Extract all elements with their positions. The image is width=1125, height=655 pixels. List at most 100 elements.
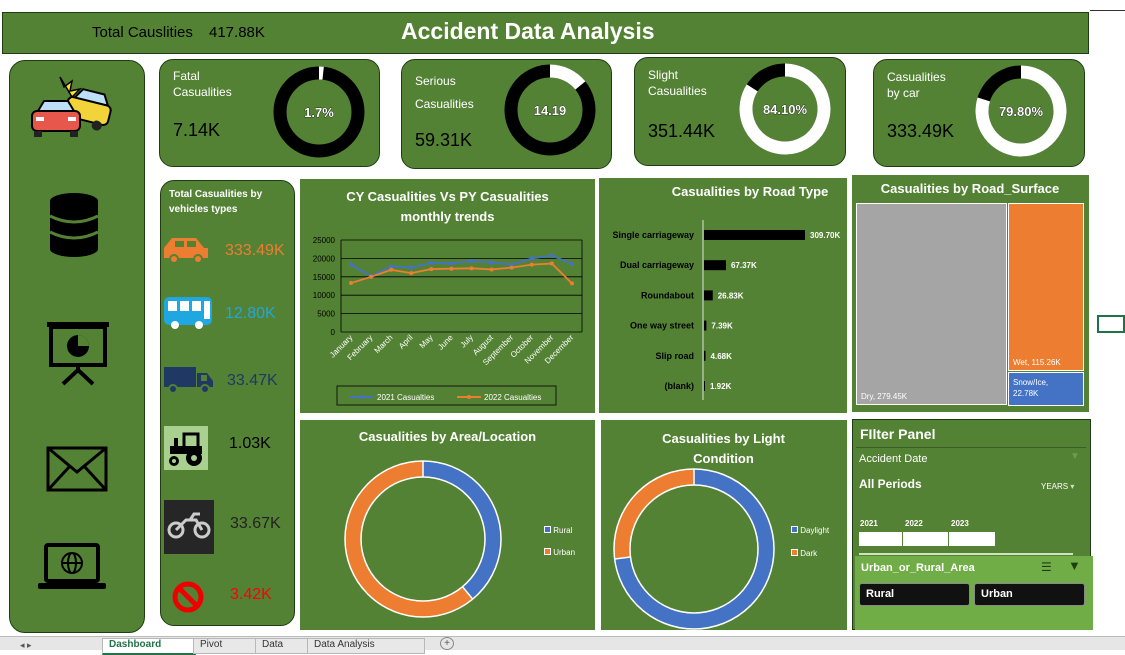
category-label: Dual carriageway: [620, 260, 694, 270]
timeline-scrollbar[interactable]: [859, 553, 1073, 555]
kpi-label-line1: Casualities: [887, 69, 946, 85]
vehicle-value-motorcycle: 33.67K: [230, 515, 281, 533]
series-point: [470, 259, 474, 263]
series-point: [530, 256, 534, 260]
category-label: Slip road: [655, 351, 694, 361]
legend-label: 2022 Casualties: [484, 393, 541, 402]
x-tick-label: April: [397, 333, 415, 351]
sheet-tab-dashboard[interactable]: Dashboard: [102, 638, 196, 655]
series-point: [349, 281, 353, 285]
treemap-label-dry: Dry, 279.45K: [861, 392, 907, 401]
kpi-ring-label: 84.10%: [763, 102, 808, 117]
bus-icon: [163, 296, 213, 330]
donut-inner-outline: [361, 477, 485, 601]
timeline-year-2021[interactable]: 2021: [860, 519, 878, 528]
timeline-level-label: YEARS: [1041, 482, 1068, 491]
timeline-level-dropdown[interactable]: YEARS ▾: [1041, 482, 1074, 491]
light-condition-title: Casualities by Light Condition: [651, 429, 796, 469]
treemap-label-wet: Wet, 115.26K: [1013, 358, 1061, 367]
series-point: [389, 268, 393, 272]
x-tick-label: March: [373, 333, 395, 355]
category-label: (blank): [664, 381, 694, 391]
total-casualties-label: Total Causlities: [92, 24, 193, 41]
chevron-down-icon: ▾: [1070, 482, 1074, 491]
filter-divider: [856, 447, 1086, 448]
bar: [704, 290, 713, 300]
monthly-trend-chart: 2500020000150001000050000JanuaryFebruary…: [300, 179, 595, 413]
total-casualties-value: 417.88K: [209, 24, 265, 41]
timeline-year-2022[interactable]: 2022: [905, 519, 923, 528]
donut-inner-outline: [630, 485, 758, 613]
legend-marker: [360, 395, 364, 399]
kpi-label-line1: Fatal: [173, 68, 232, 84]
selected-cell[interactable]: [1097, 315, 1125, 333]
vehicle-value-car: 333.49K: [225, 242, 285, 260]
category-label: Roundabout: [641, 290, 694, 300]
timeline-bar[interactable]: [859, 532, 995, 546]
database-icon[interactable]: [48, 192, 100, 258]
kpi-ring-car: 79.80%: [975, 65, 1067, 157]
kpi-ring-fatal: 1.7%: [273, 66, 365, 158]
legend-label: Rural: [553, 526, 572, 535]
legend-marker: [467, 395, 471, 399]
kpi-label-line2: Casualities: [173, 84, 232, 100]
kpi-value-fatal: 7.14K: [173, 120, 220, 141]
slicer-button-rural[interactable]: Rural: [859, 583, 970, 606]
area-location-title: Casualities by Area/Location: [310, 429, 585, 444]
kpi-value-car: 333.49K: [887, 121, 954, 142]
x-tick-label: July: [459, 333, 475, 349]
x-tick-label: May: [418, 333, 435, 350]
kpi-ring-slight: 84.10%: [739, 63, 831, 155]
light-condition-donut: [613, 468, 775, 630]
series-point: [490, 267, 494, 271]
kpi-label-serious: SeriousCasualities: [415, 70, 474, 116]
car-crash-icon[interactable]: [28, 73, 114, 139]
filter-title: FIlter Panel: [860, 426, 935, 442]
series-point: [550, 262, 554, 266]
tractor-icon: [164, 426, 208, 470]
kpi-ring-label: 79.80%: [999, 104, 1044, 119]
kpi-label-line1: Slight: [648, 67, 707, 83]
y-tick-label: 15000: [313, 273, 336, 282]
series-point: [409, 266, 413, 270]
mail-icon[interactable]: [46, 446, 108, 492]
kpi-label-line2: Casualities: [648, 83, 707, 99]
category-label: Single carriageway: [612, 230, 694, 240]
timeline-year-2023[interactable]: 2023: [951, 519, 969, 528]
vehicle-value-other: 3.42K: [230, 586, 272, 604]
treemap-snow[interactable]: Snow/Ice, 22.78K: [1008, 372, 1084, 406]
clear-filter-icon[interactable]: ▼: [1068, 558, 1081, 573]
road-surface-title: Casualities by Road_Surface: [860, 181, 1080, 196]
y-tick-label: 25000: [313, 236, 336, 245]
timeline-clear-icon[interactable]: ▼: [1070, 451, 1080, 462]
kpi-value-serious: 59.31K: [415, 130, 472, 151]
sheet-tab-data-analysis[interactable]: Data Analysis: [307, 638, 425, 654]
bar-value-label: 26.83K: [718, 291, 744, 300]
laptop-globe-icon[interactable]: [36, 543, 108, 593]
bar: [704, 381, 705, 391]
kpi-label-line2: by car: [887, 85, 946, 101]
kpi-ring-label: 1.7%: [304, 105, 334, 120]
series-point: [550, 253, 554, 257]
sheet-tab-prev[interactable]: ◂ ▸: [20, 640, 80, 650]
multi-select-icon[interactable]: ☰: [1041, 560, 1052, 574]
legend-label: Urban: [553, 548, 575, 557]
treemap-dry[interactable]: Dry, 279.45K: [856, 203, 1007, 405]
bar-value-label: 4.68K: [711, 352, 733, 361]
timeline-bar-divider: [948, 532, 949, 546]
donut-slice: [353, 469, 468, 609]
bar: [704, 260, 726, 270]
area-location-donut: [344, 460, 502, 618]
add-sheet-icon[interactable]: +: [440, 637, 454, 650]
treemap-wet[interactable]: Wet, 115.26K: [1008, 203, 1084, 371]
presentation-icon[interactable]: [45, 320, 111, 386]
slicer-button-urban[interactable]: Urban: [974, 583, 1085, 606]
x-tick-label: June: [436, 333, 455, 352]
bar-value-label: 309.70K: [810, 231, 840, 240]
series-point: [429, 267, 433, 271]
series-point: [449, 262, 453, 266]
truck-icon: [163, 365, 215, 395]
series-point: [369, 275, 373, 279]
legend-urban: Urban: [544, 548, 575, 557]
y-tick-label: 5000: [317, 310, 335, 319]
